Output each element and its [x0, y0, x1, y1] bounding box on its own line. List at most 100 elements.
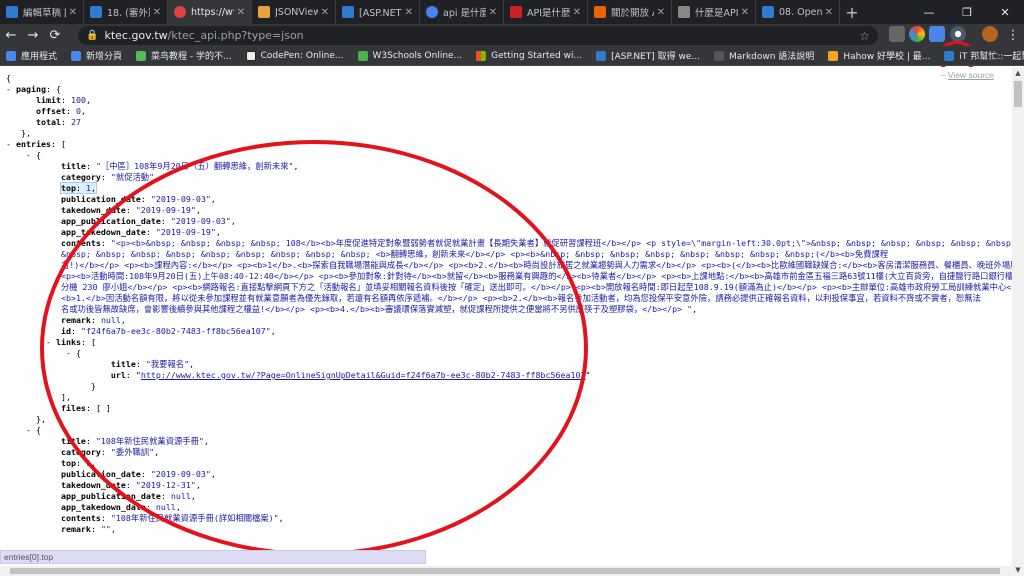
bookmark-icon	[944, 50, 955, 61]
bookmark-item[interactable]: W3Schools Online...	[357, 50, 463, 61]
bookmark-label: 應用程式	[21, 52, 58, 62]
json-value: ""	[100, 524, 111, 534]
tab-title: API是什麼?	[527, 8, 570, 19]
tab-3[interactable]: JSONView ✕	[252, 0, 336, 24]
close-window-button[interactable]: ✕	[986, 0, 1024, 24]
tab-favicon	[90, 6, 102, 18]
bookmark-item[interactable]: Hahow 好學校 | 最...	[828, 49, 930, 62]
json-key: limit	[35, 95, 61, 105]
collapse-toggle[interactable]: -	[6, 139, 11, 149]
json-key: offset	[35, 106, 66, 116]
tab-title: 關於開放 AI	[611, 8, 654, 19]
collapse-toggle[interactable]: -	[26, 425, 31, 435]
close-icon[interactable]: ✕	[321, 7, 329, 18]
bookmark-label: CodePen: Online...	[260, 50, 344, 61]
bookmark-item[interactable]: 菜鸟教程 - 学的不...	[136, 49, 232, 62]
bookmark-item[interactable]: [ASP.NET] 取得 we...	[596, 49, 700, 62]
tab-title: api 是什麼	[443, 8, 486, 19]
lock-icon[interactable]: 🔒	[86, 30, 98, 41]
tab-title: 編輯草稿 [A	[23, 8, 66, 19]
close-icon[interactable]: ✕	[741, 7, 749, 18]
tab-4[interactable]: [ASP.NET] 取✕	[336, 0, 420, 24]
tab-8[interactable]: 什麼是API?✕	[672, 0, 756, 24]
url-host: ktec.gov.tw	[104, 29, 168, 42]
vertical-scrollbar[interactable]: ▲ ▼	[1012, 67, 1024, 576]
forward-button[interactable]: →	[22, 24, 44, 46]
reload-button[interactable]: ⟳	[44, 24, 66, 46]
extension-icon[interactable]	[929, 26, 945, 42]
status-bar: entries[0].top	[0, 550, 426, 564]
json-key: entries	[16, 139, 51, 149]
collapse-toggle[interactable]: -	[26, 150, 31, 160]
bookmark-label: iT 邦幫忙::一起幫忙...	[959, 52, 1024, 62]
bookmark-icon	[136, 50, 147, 61]
minimize-button[interactable]: —	[910, 0, 948, 24]
address-bar[interactable]: 🔒 ktec.gov.tw/ktec_api.php?type=json ☆	[78, 26, 878, 45]
collapse-toggle[interactable]: -	[6, 84, 11, 94]
tab-title: JSONView	[275, 6, 318, 18]
jsonview-extension-icon[interactable]	[950, 26, 966, 42]
close-icon[interactable]: ✕	[237, 7, 245, 18]
tab-title: [ASP.NET] 取	[359, 8, 402, 19]
tab-favicon	[594, 6, 606, 18]
json-value: 0	[75, 106, 81, 116]
scroll-thumb[interactable]	[10, 568, 1000, 574]
bookmark-label: W3Schools Online...	[372, 50, 463, 61]
bookmark-item[interactable]: iT 邦幫忙::一起幫忙...	[944, 49, 1024, 62]
bookmark-label: 菜鸟教程 - 学的不...	[151, 52, 232, 62]
bookmark-icon	[71, 50, 82, 61]
scroll-up-arrow-icon[interactable]: ▲	[1012, 67, 1024, 79]
bookmark-label: 新增分頁	[86, 52, 123, 62]
tab-5[interactable]: api 是什麼 ✕	[420, 0, 504, 24]
back-button[interactable]: ←	[0, 24, 22, 46]
new-tab-button[interactable]: +	[840, 0, 864, 24]
bookmark-icon	[713, 50, 724, 61]
tab-2-active[interactable]: https://ww✕	[168, 0, 252, 24]
bookmark-label: Getting Started wi...	[491, 50, 583, 61]
tab-favicon	[342, 6, 354, 18]
window-controls: — ❐ ✕	[910, 0, 1024, 24]
bookmark-icon	[357, 50, 368, 61]
tab-7[interactable]: 關於開放 AI✕	[588, 0, 672, 24]
bookmark-item[interactable]: 新增分頁	[71, 49, 122, 62]
apps-icon	[6, 50, 16, 61]
tab-favicon	[678, 6, 690, 18]
json-value: 1	[85, 183, 91, 193]
scroll-down-arrow-icon[interactable]: ▼	[1012, 564, 1024, 576]
extension-icon[interactable]	[889, 26, 905, 42]
profile-avatar[interactable]	[982, 26, 998, 42]
tab-title: 18. (審外篇)	[107, 8, 150, 19]
bookmark-icon	[245, 50, 256, 61]
tab-0[interactable]: 編輯草稿 [A✕	[0, 0, 84, 24]
tab-9[interactable]: 08. Open d✕	[756, 0, 840, 24]
bookmark-item[interactable]: Getting Started wi...	[476, 50, 583, 61]
close-icon[interactable]: ✕	[657, 7, 665, 18]
close-icon[interactable]: ✕	[405, 7, 413, 18]
tab-favicon	[258, 6, 270, 18]
tab-1[interactable]: 18. (審外篇)✕	[84, 0, 168, 24]
horizontal-scrollbar[interactable]	[0, 566, 1012, 576]
bookmark-item[interactable]: Markdown 語法說明	[713, 49, 815, 62]
bookmark-label: Markdown 語法說明	[728, 52, 815, 62]
url-text[interactable]: ktec.gov.tw/ktec_api.php?type=json	[104, 29, 303, 42]
close-icon[interactable]: ✕	[69, 7, 77, 18]
restore-button[interactable]: ❐	[948, 0, 986, 24]
highlighted-property[interactable]: top: 1,	[59, 182, 97, 194]
tab-favicon	[174, 6, 186, 18]
scroll-thumb[interactable]	[1014, 81, 1022, 107]
tab-6[interactable]: API是什麼?✕	[504, 0, 588, 24]
json-value: 27	[70, 117, 81, 127]
bookmark-star-icon[interactable]: ☆	[859, 29, 870, 43]
bookmark-apps[interactable]: 應用程式	[6, 49, 57, 62]
tab-favicon	[6, 6, 18, 18]
bookmark-item[interactable]: CodePen: Online...	[245, 50, 344, 61]
close-icon[interactable]: ✕	[489, 7, 497, 18]
json-value: 100	[70, 95, 86, 105]
bookmark-icon	[828, 50, 839, 61]
tab-favicon	[426, 6, 438, 18]
close-icon[interactable]: ✕	[825, 7, 833, 18]
menu-icon[interactable]: ⋮	[1002, 24, 1024, 46]
close-icon[interactable]: ✕	[153, 7, 161, 18]
extension-icon[interactable]	[909, 26, 925, 42]
close-icon[interactable]: ✕	[573, 7, 581, 18]
